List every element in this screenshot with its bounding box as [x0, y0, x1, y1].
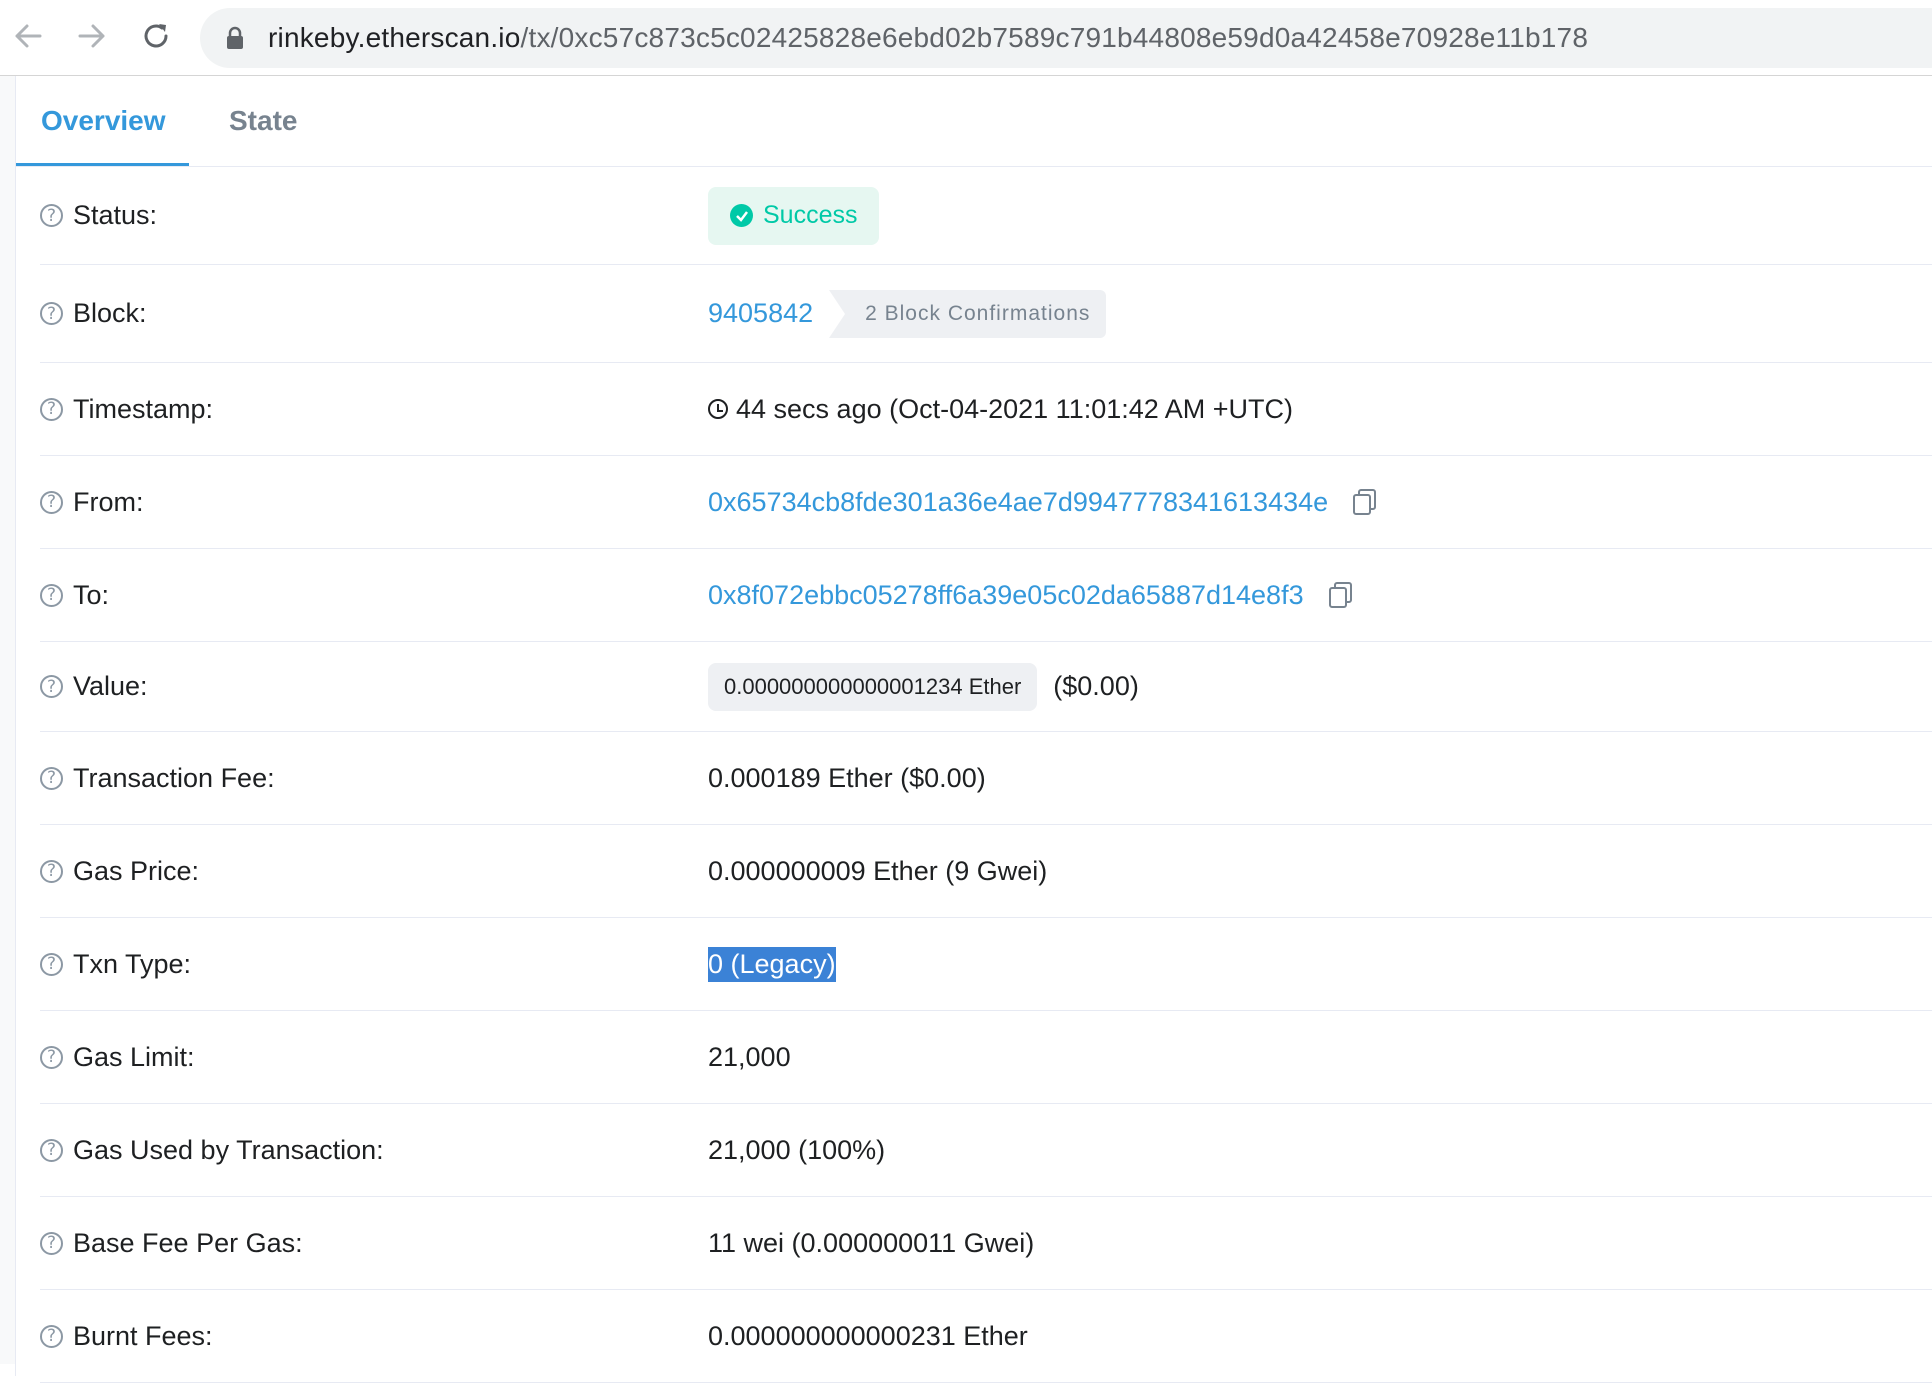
to-label: ? To: — [40, 549, 109, 641]
help-icon[interactable]: ? — [40, 1231, 63, 1255]
timestamp-label: ? Timestamp: — [40, 363, 213, 455]
base-fee-row: ? Base Fee Per Gas: 11 wei (0.000000011 … — [40, 1197, 1932, 1290]
tab-bar: Overview State — [16, 76, 1932, 167]
arrow-left-icon — [15, 24, 42, 48]
back-button[interactable] — [6, 14, 50, 58]
gas-price-row: ? Gas Price: 0.000000009 Ether (9 Gwei) — [40, 825, 1932, 918]
help-icon[interactable]: ? — [40, 766, 63, 790]
from-label: ? From: — [40, 456, 144, 548]
selected-text: 0 (Legacy) — [708, 946, 836, 982]
txn-type-label: ? Txn Type: — [40, 918, 191, 1010]
transaction-fee-row: ? Transaction Fee: 0.000189 Ether ($0.00… — [40, 732, 1932, 825]
value-value: 0.000000000000001234 Ether ($0.00) — [708, 642, 1139, 731]
transaction-fee-label: ? Transaction Fee: — [40, 732, 275, 824]
page-content: Overview State ? Status: Success ? Block… — [0, 76, 1932, 1383]
base-fee-label: ? Base Fee Per Gas: — [40, 1197, 303, 1289]
block-label: ? Block: — [40, 265, 147, 362]
help-icon[interactable]: ? — [40, 859, 63, 883]
to-row: ? To: 0x8f072ebbc05278ff6a39e05c02da6588… — [40, 549, 1932, 642]
timestamp-text: 44 secs ago (Oct-04-2021 11:01:42 AM +UT… — [736, 393, 1294, 424]
gas-used-label: ? Gas Used by Transaction: — [40, 1104, 384, 1196]
reload-button[interactable] — [134, 14, 178, 58]
value-label: ? Value: — [40, 642, 148, 731]
help-icon[interactable]: ? — [40, 675, 63, 698]
gas-limit-label: ? Gas Limit: — [40, 1011, 195, 1103]
gas-price-label: ? Gas Price: — [40, 825, 199, 917]
burnt-fees-row: ? Burnt Fees: 0.000000000000231 Ether — [40, 1290, 1932, 1383]
arrow-right-icon — [78, 24, 105, 48]
to-value: 0x8f072ebbc05278ff6a39e05c02da65887d14e8… — [708, 549, 1354, 641]
address-bar[interactable]: rinkeby.etherscan.io/tx/0xc57c873c5c0242… — [200, 8, 1932, 68]
forward-button[interactable] — [70, 14, 114, 58]
help-icon[interactable]: ? — [40, 302, 63, 325]
txn-type-row: ? Txn Type: 0 (Legacy) — [40, 918, 1932, 1011]
block-confirmations-badge: 2 Block Confirmations — [829, 289, 1107, 338]
usd-amount: ($0.00) — [1053, 671, 1139, 701]
timestamp-value: 44 secs ago (Oct-04-2021 11:01:42 AM +UT… — [708, 363, 1293, 455]
copy-icon[interactable] — [1352, 488, 1378, 516]
to-address-link[interactable]: 0x8f072ebbc05278ff6a39e05c02da65887d14e8… — [708, 580, 1304, 611]
from-row: ? From: 0x65734cb8fde301a36e4ae7d9947778… — [40, 456, 1932, 549]
gas-used-value: 21,000 (100%) — [708, 1134, 886, 1165]
gas-limit-value: 21,000 — [708, 1041, 791, 1072]
from-value: 0x65734cb8fde301a36e4ae7d994777834161343… — [708, 456, 1378, 548]
txn-type-value: 0 (Legacy) — [708, 918, 836, 1010]
status-text: Success — [763, 201, 858, 229]
help-icon[interactable]: ? — [40, 397, 63, 421]
url-host: rinkeby.etherscan.io — [268, 22, 521, 53]
transaction-details: ? Status: Success ? Block: 9405842 2 Blo… — [40, 167, 1932, 1383]
timestamp-row: ? Timestamp: 44 secs ago (Oct-04-2021 11… — [40, 363, 1932, 456]
burnt-fees-value: 0.000000000000231 Ether — [708, 1320, 1028, 1351]
block-number-link[interactable]: 9405842 — [708, 298, 813, 329]
status-row: ? Status: Success — [40, 167, 1932, 265]
browser-toolbar: rinkeby.etherscan.io/tx/0xc57c873c5c0242… — [0, 0, 1932, 76]
help-icon[interactable]: ? — [40, 204, 63, 227]
from-address-link[interactable]: 0x65734cb8fde301a36e4ae7d994777834161343… — [708, 487, 1328, 518]
block-value: 9405842 2 Block Confirmations — [708, 265, 1107, 362]
check-circle-icon — [730, 204, 753, 227]
burnt-fees-label: ? Burnt Fees: — [40, 1290, 213, 1382]
transaction-card: Overview State ? Status: Success ? Block… — [15, 76, 1932, 1383]
gas-price-value: 0.000000009 Ether (9 Gwei) — [708, 855, 1048, 886]
active-tab-indicator — [16, 163, 189, 166]
help-icon[interactable]: ? — [40, 583, 63, 607]
status-label: ? Status: — [40, 167, 157, 264]
block-row: ? Block: 9405842 2 Block Confirmations — [40, 265, 1932, 363]
tab-overview[interactable]: Overview — [41, 76, 166, 166]
lock-icon — [227, 26, 243, 49]
help-icon[interactable]: ? — [40, 1324, 63, 1348]
ether-amount-badge: 0.000000000000001234 Ether — [708, 662, 1038, 711]
help-icon[interactable]: ? — [40, 952, 63, 976]
transaction-fee-value: 0.000189 Ether ($0.00) — [708, 762, 986, 793]
tab-state[interactable]: State — [229, 76, 297, 166]
status-value: Success — [708, 167, 880, 264]
help-icon[interactable]: ? — [40, 1138, 63, 1162]
url-path: /tx/0xc57c873c5c02425828e6ebd02b7589c791… — [520, 22, 1589, 53]
gas-limit-row: ? Gas Limit: 21,000 — [40, 1011, 1932, 1104]
gas-used-row: ? Gas Used by Transaction: 21,000 (100%) — [40, 1104, 1932, 1197]
value-row: ? Value: 0.000000000000001234 Ether ($0.… — [40, 642, 1932, 732]
copy-icon[interactable] — [1328, 581, 1354, 609]
status-badge: Success — [708, 186, 880, 245]
help-icon[interactable]: ? — [40, 1045, 63, 1069]
clock-icon — [708, 399, 728, 419]
base-fee-value: 11 wei (0.000000011 Gwei) — [708, 1227, 1035, 1258]
help-icon[interactable]: ? — [40, 490, 63, 514]
reload-icon — [144, 24, 168, 48]
url-text[interactable]: rinkeby.etherscan.io/tx/0xc57c873c5c0242… — [268, 8, 1588, 68]
